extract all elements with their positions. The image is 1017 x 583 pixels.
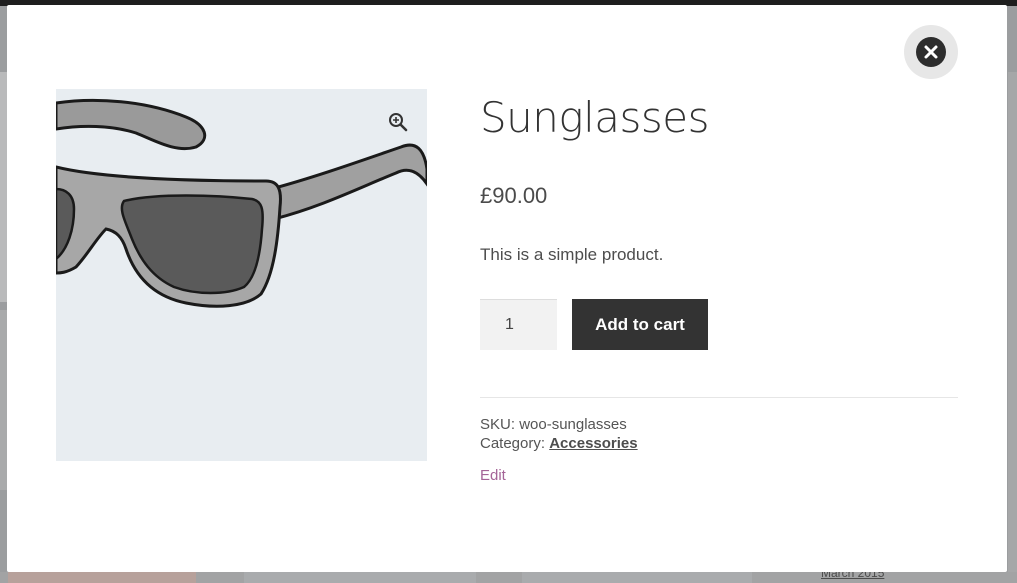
zoom-button[interactable] xyxy=(381,105,415,139)
product-meta: SKU: woo-sunglasses Category: Accessorie… xyxy=(480,415,958,453)
background-product-card xyxy=(522,572,752,583)
background-product-card xyxy=(8,572,196,583)
add-to-cart-form: Add to cart xyxy=(480,299,958,350)
add-to-cart-button[interactable]: Add to cart xyxy=(572,299,708,350)
quick-view-modal: Sunglasses £90.00 This is a simple produ… xyxy=(7,5,1007,572)
product-price: £90.00 xyxy=(480,183,548,208)
category-label: Category: xyxy=(480,435,546,452)
sku-value: woo-sunglasses xyxy=(519,416,627,433)
close-button[interactable] xyxy=(904,25,958,79)
background-sidebar xyxy=(1008,72,1017,572)
category-link[interactable]: Accessories xyxy=(549,435,637,452)
product-description: This is a simple product. xyxy=(480,245,664,264)
sku-label: SKU: xyxy=(480,416,516,433)
product-summary: Sunglasses £90.00 This is a simple produ… xyxy=(480,89,958,485)
close-icon xyxy=(916,37,946,67)
background-product-card xyxy=(244,572,476,583)
quantity-input[interactable] xyxy=(480,299,557,350)
category-line: Category: Accessories xyxy=(480,434,958,453)
product-title: Sunglasses xyxy=(480,93,710,142)
sku-line: SKU: woo-sunglasses xyxy=(480,415,958,434)
sunglasses-image xyxy=(56,98,427,308)
edit-link[interactable]: Edit xyxy=(480,467,506,484)
zoom-in-icon xyxy=(389,113,408,132)
product-image xyxy=(56,89,427,461)
divider xyxy=(480,397,958,398)
